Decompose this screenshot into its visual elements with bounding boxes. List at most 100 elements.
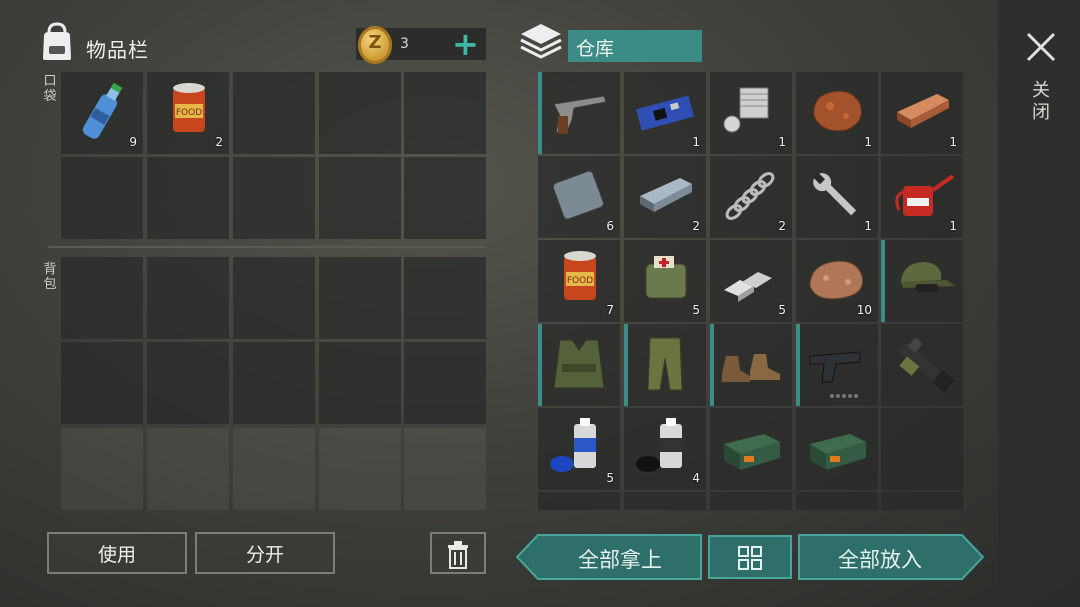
item-count: 1	[778, 135, 786, 149]
green-crate-icon	[796, 408, 878, 490]
storage-slot[interactable]: 4	[624, 408, 706, 490]
pocket-slot[interactable]	[404, 157, 486, 239]
backpack-slot[interactable]	[404, 342, 486, 424]
pistol-icon	[796, 324, 878, 406]
put-all-label: 全部放入	[838, 548, 922, 572]
storage-slot[interactable]: 10	[796, 240, 878, 322]
storage-title: 仓库	[576, 38, 615, 60]
storage-slot[interactable]: FOOD 7	[538, 240, 620, 322]
backpack-slot[interactable]	[61, 342, 143, 424]
storage-slot[interactable]: 2	[624, 156, 706, 238]
leather-boots-icon	[710, 324, 792, 406]
pocket-slot[interactable]	[61, 157, 143, 239]
put-all-button[interactable]: 全部放入	[798, 534, 984, 580]
backpack-slot-locked[interactable]	[147, 428, 229, 510]
pocket-slot[interactable]	[233, 157, 315, 239]
backpack-slot[interactable]	[319, 257, 401, 339]
coin-icon: Z	[358, 26, 392, 64]
use-button[interactable]: 使用	[47, 532, 187, 574]
backpack-slot[interactable]	[404, 257, 486, 339]
split-button[interactable]: 分开	[195, 532, 335, 574]
camo-pants-icon	[624, 324, 706, 406]
add-coins-button[interactable]: +	[452, 28, 479, 60]
storage-slot[interactable]	[710, 324, 792, 406]
storage-slot[interactable]	[624, 492, 706, 510]
storage-slot[interactable]	[538, 492, 620, 510]
storage-slot[interactable]	[538, 324, 620, 406]
grid-icon	[738, 546, 762, 570]
storage-slot[interactable]: 5	[710, 240, 792, 322]
trash-button[interactable]	[430, 532, 486, 574]
sort-button[interactable]	[708, 535, 792, 579]
storage-slot[interactable]: 2	[710, 156, 792, 238]
backpack-slot[interactable]	[233, 257, 315, 339]
backpack-icon	[38, 22, 76, 62]
storage-slot[interactable]: 1	[796, 72, 878, 154]
close-label[interactable]: 关闭	[1031, 80, 1051, 124]
green-crate-icon	[710, 408, 792, 490]
backpack-slot[interactable]	[147, 257, 229, 339]
storage-slot[interactable]: 1	[881, 156, 963, 238]
storage-slot[interactable]	[624, 324, 706, 406]
storage-slot[interactable]: 5	[538, 408, 620, 490]
storage-slot[interactable]: 1	[881, 72, 963, 154]
pocket-slot[interactable]	[233, 72, 315, 154]
backpack-slot-locked[interactable]	[233, 428, 315, 510]
item-count: 10	[856, 303, 872, 317]
storage-title-box: 仓库	[568, 30, 702, 62]
backpack-label: 背包	[43, 262, 57, 292]
close-button[interactable]	[1024, 30, 1058, 64]
storage-slot[interactable]: 1	[796, 156, 878, 238]
backpack-slot-locked[interactable]	[319, 428, 401, 510]
storage-slot[interactable]: 5	[624, 240, 706, 322]
backpack-slot[interactable]	[233, 342, 315, 424]
inventory-title: 物品栏	[86, 38, 149, 62]
take-all-button[interactable]: 全部拿上	[516, 534, 702, 580]
storage-slot[interactable]: 1	[710, 72, 792, 154]
storage-slot[interactable]	[881, 492, 963, 510]
storage-slot[interactable]	[881, 408, 963, 490]
backpack-slot[interactable]	[319, 342, 401, 424]
item-count: 4	[692, 471, 700, 485]
storage-slot[interactable]: 1	[624, 72, 706, 154]
machine-gun-icon	[881, 324, 963, 406]
storage-slot[interactable]	[881, 324, 963, 406]
pocket-label: 口袋	[43, 74, 57, 104]
item-count: 2	[215, 135, 223, 149]
pocket-slot[interactable]: 9	[61, 72, 143, 154]
pocket-slot[interactable]	[319, 157, 401, 239]
trash-icon	[448, 541, 468, 569]
coin-count: 3	[400, 36, 409, 52]
item-count: 1	[949, 135, 957, 149]
tactical-vest-icon	[538, 324, 620, 406]
storage-slot[interactable]	[796, 408, 878, 490]
storage-icon	[518, 22, 564, 62]
storage-slot[interactable]	[796, 492, 878, 510]
storage-slot[interactable]	[710, 492, 792, 510]
item-count: 1	[949, 219, 957, 233]
item-count: 7	[606, 303, 614, 317]
svg-text:FOOD: FOOD	[176, 108, 202, 118]
close-icon	[1026, 32, 1056, 62]
storage-slot[interactable]	[710, 408, 792, 490]
item-count: 5	[692, 303, 700, 317]
storage-slot[interactable]	[796, 324, 878, 406]
item-count: 5	[778, 303, 786, 317]
backpack-slot[interactable]	[61, 257, 143, 339]
item-count: 2	[778, 219, 786, 233]
storage-slot[interactable]	[881, 240, 963, 322]
backpack-slot-locked[interactable]	[404, 428, 486, 510]
pocket-slot[interactable]	[404, 72, 486, 154]
pocket-slot[interactable]	[147, 157, 229, 239]
item-count: 5	[606, 471, 614, 485]
item-count: 6	[606, 219, 614, 233]
pocket-slot[interactable]	[319, 72, 401, 154]
revolver-icon	[538, 72, 620, 154]
backpack-slot[interactable]	[147, 342, 229, 424]
svg-text:FOOD: FOOD	[567, 276, 593, 286]
storage-slot[interactable]: 6	[538, 156, 620, 238]
pocket-slot[interactable]: FOOD 2	[147, 72, 229, 154]
storage-slot[interactable]	[538, 72, 620, 154]
section-divider	[48, 246, 486, 248]
backpack-slot-locked[interactable]	[61, 428, 143, 510]
